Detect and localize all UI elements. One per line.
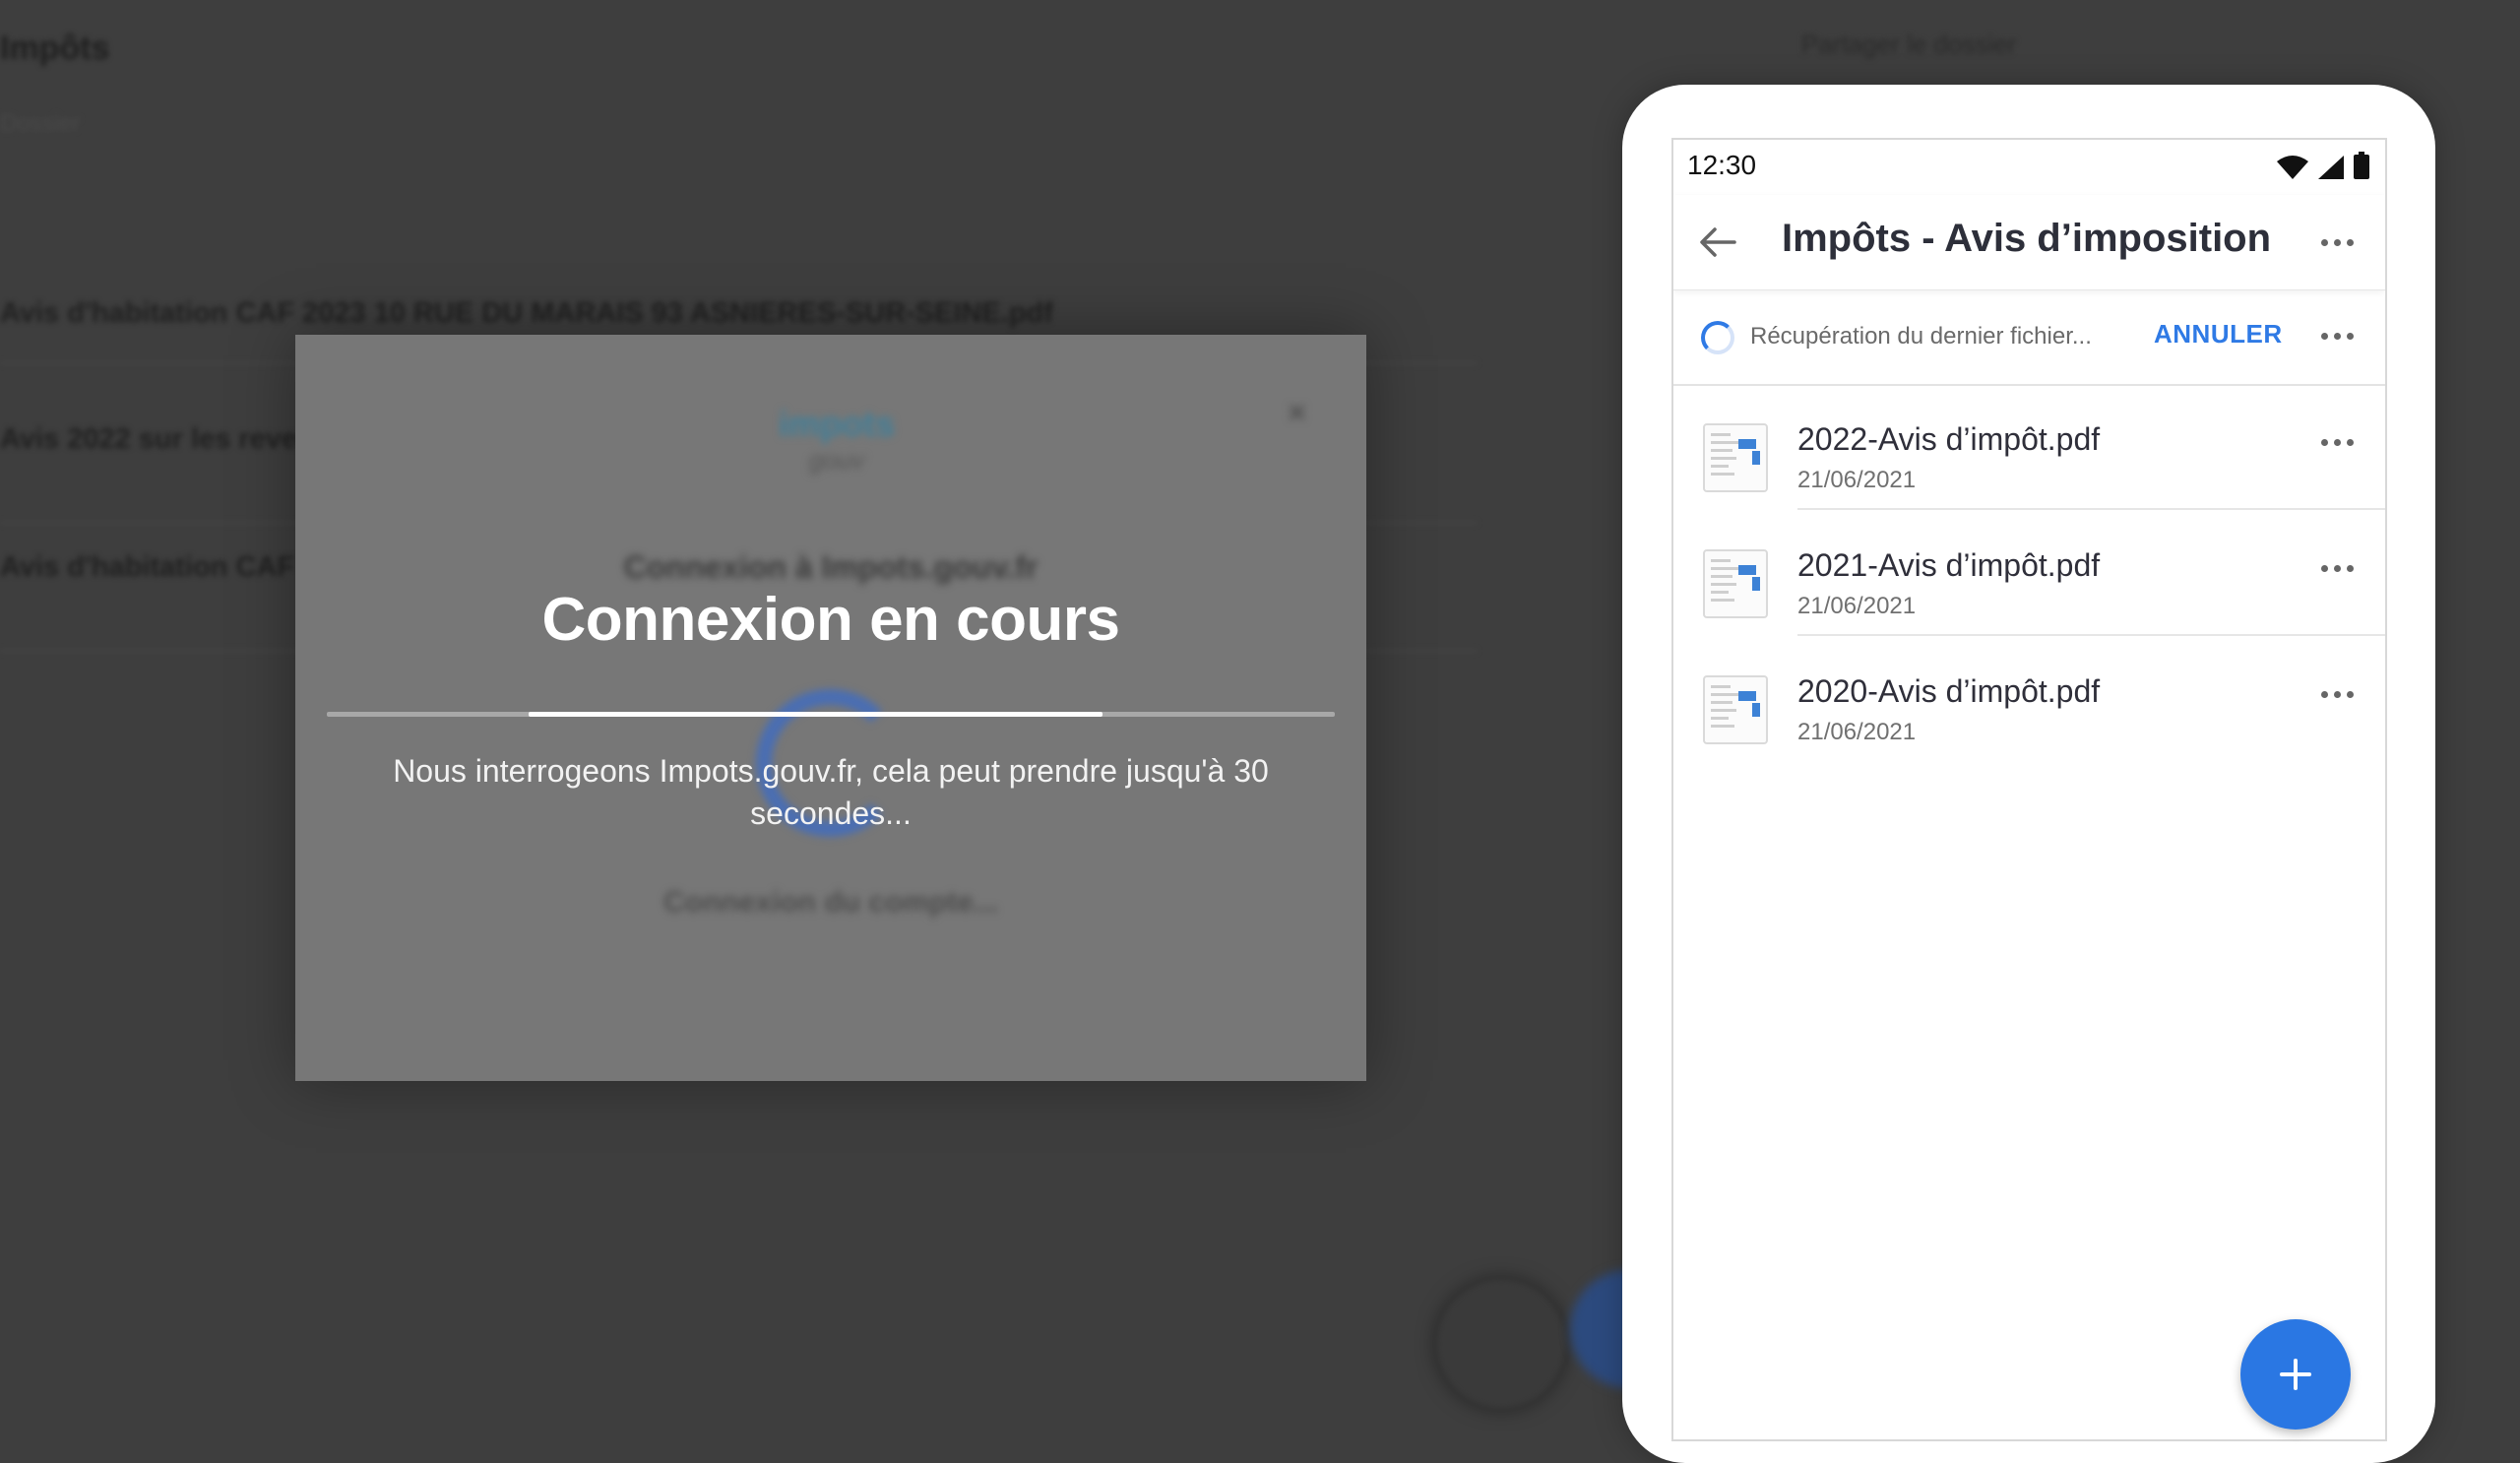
file-name: 2021-Avis d’impôt.pdf (1797, 547, 2101, 583)
background-row-3[interactable]: Avis d'habitation CAF (0, 551, 294, 584)
system-icons (2277, 152, 2369, 179)
background-round-button[interactable] (1437, 1280, 1565, 1408)
battery-icon (2354, 152, 2369, 179)
dialog-title: Connexion à Impots.gouv.fr (623, 549, 1039, 585)
cancel-button[interactable]: ANNULER (2154, 319, 2283, 350)
file-date: 21/06/2021 (1797, 593, 1917, 619)
file-more-icon[interactable] (2321, 691, 2354, 698)
list-item[interactable]: 2022-Avis d’impôt.pdf 21/06/2021 (1673, 384, 2385, 510)
phone-screen: 12:30 Impôts - Avis d’imposition Récupér… (1671, 138, 2387, 1441)
add-file-button[interactable] (2240, 1319, 2351, 1430)
file-more-icon[interactable] (2321, 439, 2354, 446)
sync-spinner-icon (1701, 321, 1734, 354)
close-icon[interactable]: × (1287, 392, 1307, 433)
list-item[interactable]: 2021-Avis d’impôt.pdf 21/06/2021 (1673, 510, 2385, 636)
file-name: 2022-Avis d’impôt.pdf (1797, 421, 2101, 457)
progress-track (327, 712, 1335, 717)
background-row-1[interactable]: Avis d'habitation CAF 2023 10 RUE DU MAR… (0, 297, 1053, 330)
file-name: 2020-Avis d’impôt.pdf (1797, 673, 2101, 709)
page-title: Impôts - Avis d’imposition (1782, 217, 2272, 260)
progress-fill (528, 712, 1103, 717)
sync-banner: Récupération du dernier fichier... ANNUL… (1673, 289, 2385, 386)
file-date: 21/06/2021 (1797, 719, 1917, 745)
file-date: 21/06/2021 (1797, 467, 1917, 493)
more-options-icon[interactable] (2321, 239, 2354, 246)
connection-dialog: impots gouv × Connexion à Impots.gouv.fr… (295, 335, 1366, 1081)
wifi-icon (2277, 156, 2308, 179)
pdf-file-icon (1703, 549, 1768, 618)
background-title: Impôts (0, 30, 110, 67)
app-bar: Impôts - Avis d’imposition (1673, 195, 2385, 290)
signal-icon (2318, 156, 2344, 179)
pdf-file-icon (1703, 675, 1768, 744)
list-item[interactable]: 2020-Avis d’impôt.pdf 21/06/2021 (1673, 636, 2385, 762)
sync-status-text: Récupération du dernier fichier... (1750, 323, 2092, 350)
overlay-title: Connexion en cours (541, 586, 1120, 654)
status-time: 12:30 (1687, 150, 1757, 180)
pdf-file-icon (1703, 423, 1768, 492)
impots-logo: impots (778, 404, 895, 444)
background-subtitle: Dossier (0, 110, 81, 137)
file-more-icon[interactable] (2321, 565, 2354, 572)
phone-frame: 12:30 Impôts - Avis d’imposition Récupér… (1622, 85, 2435, 1463)
back-arrow-icon[interactable] (1695, 221, 1738, 264)
share-folder-link[interactable]: Partager le dossier (1801, 30, 2016, 60)
impots-logo-sub: gouv (808, 445, 865, 475)
overlay-message: Nous interrogeons Impots.gouv.fr, cela p… (393, 753, 1269, 831)
dialog-status: Connexion du compte... (662, 886, 998, 919)
sync-more-icon[interactable] (2321, 333, 2354, 340)
status-bar: 12:30 (1673, 140, 2385, 195)
